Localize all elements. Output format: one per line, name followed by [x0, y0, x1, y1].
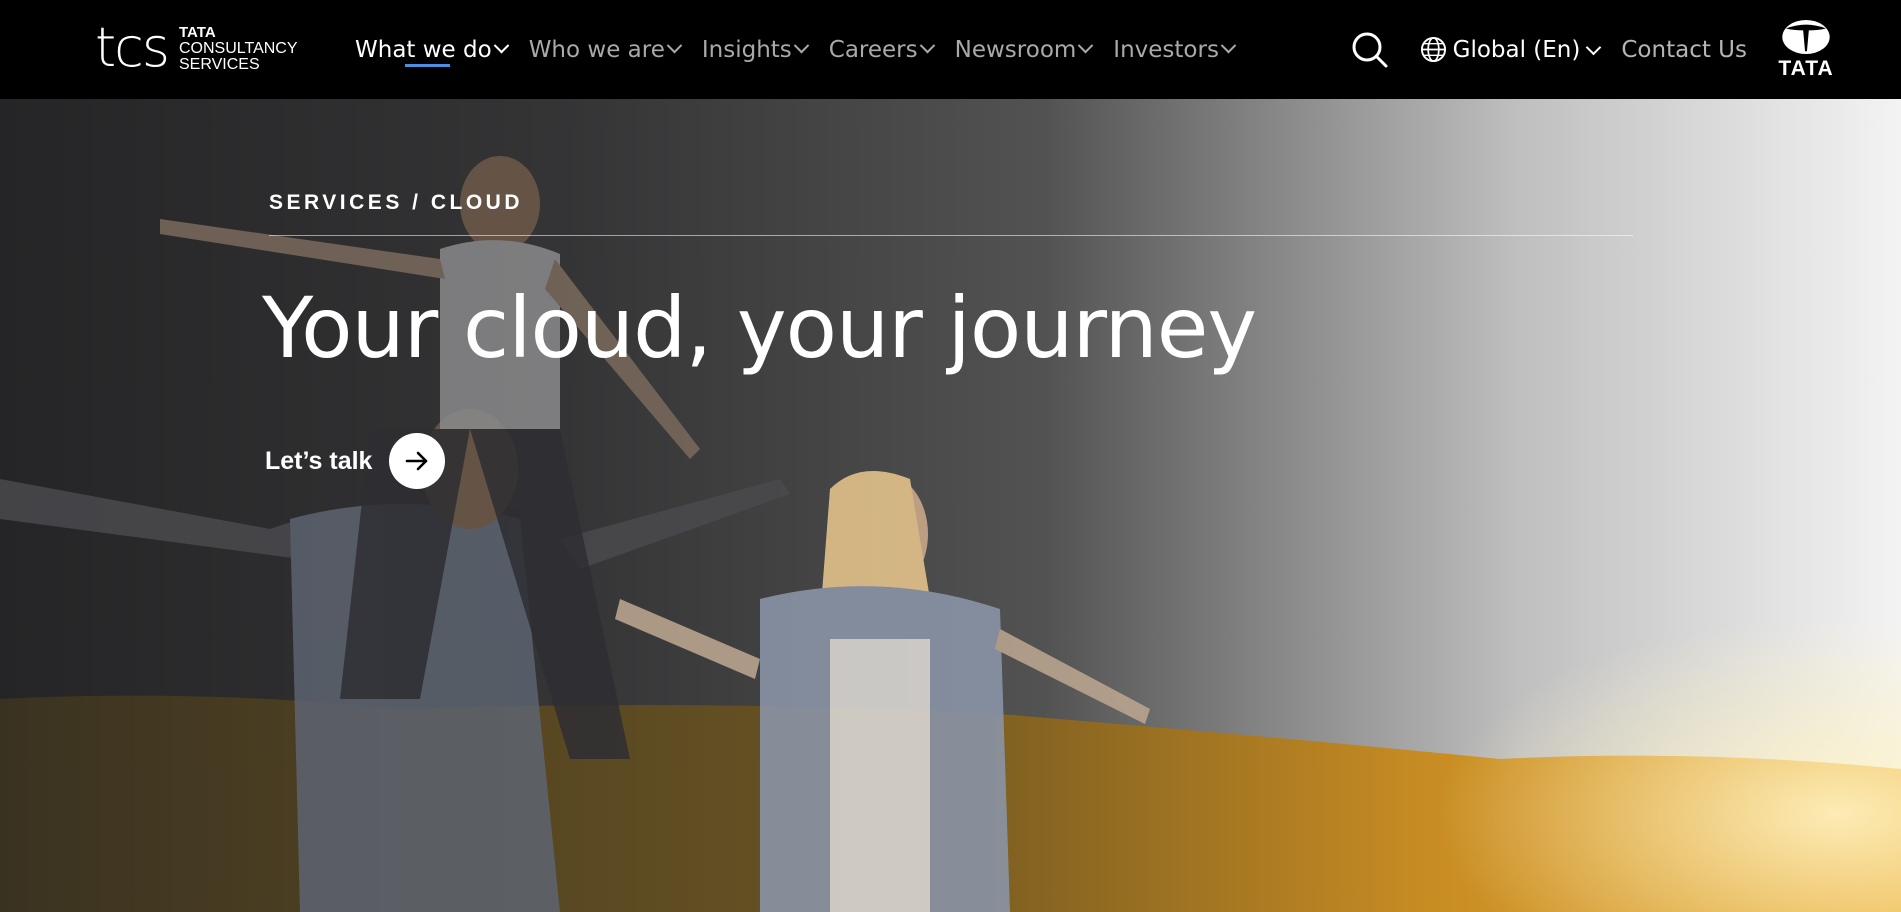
chevron-down-icon [1220, 37, 1237, 54]
lets-talk-button[interactable]: Let’s talk [265, 433, 446, 489]
menu-item-investors[interactable]: Investors [1113, 0, 1237, 99]
arrow-right-icon [406, 451, 428, 471]
menu-item-label: Insights [701, 36, 792, 63]
menu-item-label: Investors [1113, 36, 1219, 63]
menu-item-label: What we do [355, 36, 492, 63]
language-selector[interactable]: Global (En) [1420, 36, 1602, 63]
menu-item-who-we-are[interactable]: Who we are [528, 0, 683, 99]
menu-item-label: Newsroom [954, 36, 1077, 63]
chevron-down-icon [919, 37, 935, 54]
logo-line-3: SERVICES [179, 56, 260, 73]
menu-item-label: Careers [828, 36, 918, 63]
chevron-down-icon [793, 37, 810, 54]
logo-line-1: TATA [179, 24, 216, 41]
tcs-logo-mark: tcs [95, 16, 170, 79]
menu-item-newsroom[interactable]: Newsroom [954, 0, 1094, 99]
logo-line-2: CONSULTANCY [179, 40, 298, 57]
chevron-down-icon [1078, 37, 1094, 54]
active-indicator [405, 64, 450, 67]
nav-utilities: Global (En) Contact Us TATA [1350, 0, 1841, 99]
menu-item-insights[interactable]: Insights [701, 0, 810, 99]
menu-item-careers[interactable]: Careers [828, 0, 935, 99]
globe-icon [1420, 36, 1446, 63]
menu-item-what-we-do[interactable]: What we do [355, 0, 509, 99]
language-label: Global (En) [1452, 36, 1581, 63]
top-navigation: tcs TATA CONSULTANCY SERVICES What we do… [0, 0, 1901, 99]
chevron-down-icon [666, 37, 683, 54]
page-title: Your cloud, your journey [262, 279, 1257, 377]
search-icon[interactable] [1350, 30, 1390, 70]
hero-banner: SERVICES / CLOUD Your cloud, your journe… [0, 99, 1901, 912]
hero-divider [269, 235, 1633, 236]
cta-circle [389, 433, 446, 489]
tcs-logo[interactable]: tcs TATA CONSULTANCY SERVICES [95, 16, 298, 79]
contact-us-link[interactable]: Contact Us [1621, 37, 1747, 63]
tata-emblem-icon [1782, 19, 1830, 54]
tata-wordmark: TATA [1778, 56, 1834, 80]
breadcrumb[interactable]: SERVICES / CLOUD [269, 191, 523, 215]
chevron-down-icon [1586, 39, 1602, 56]
tcs-logo-wordmark: TATA CONSULTANCY SERVICES [179, 25, 298, 73]
main-menu: What we do Who we are Insights Careers N… [355, 0, 1256, 99]
cta-label: Let’s talk [265, 446, 373, 475]
tata-logo[interactable]: TATA [1771, 19, 1841, 81]
menu-item-label: Who we are [528, 36, 665, 63]
hero-background-image [0, 156, 1901, 912]
chevron-down-icon [493, 37, 509, 54]
